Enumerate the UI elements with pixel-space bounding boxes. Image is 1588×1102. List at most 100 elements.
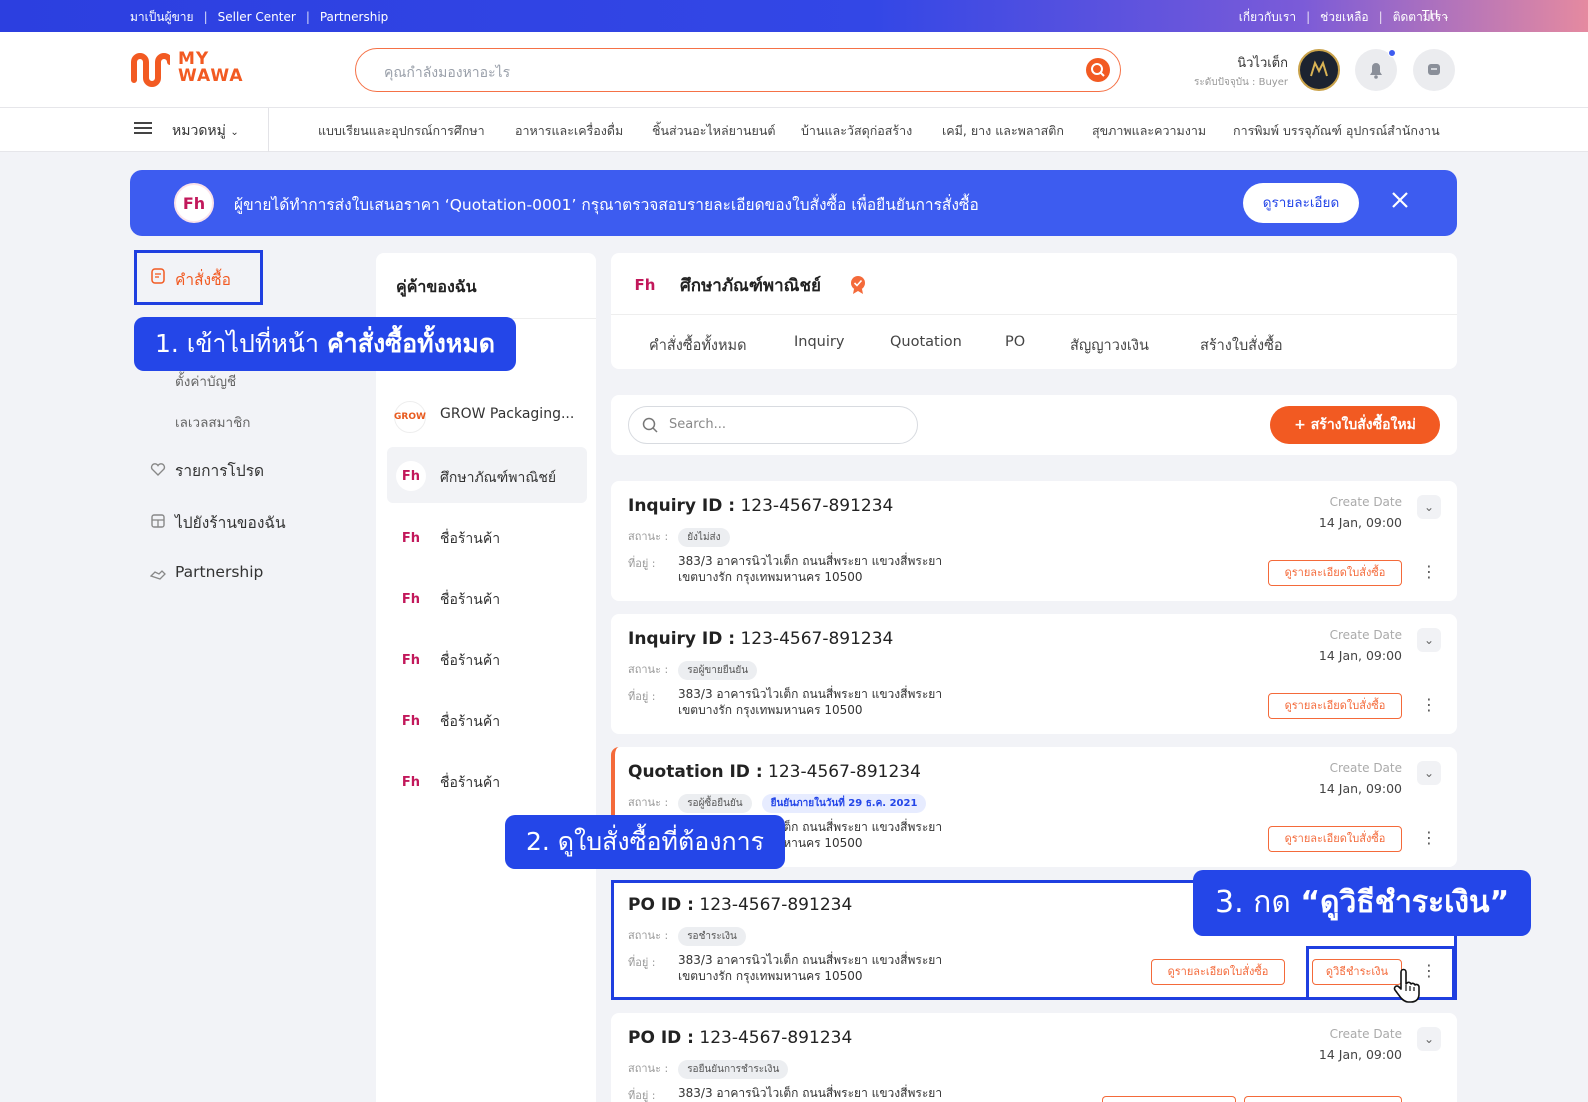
order-card: Inquiry ID : 123-4567-891234 สถานะ : รอผู… — [611, 614, 1457, 734]
category-label: หมวดหมู่ — [172, 123, 226, 139]
view-order-details-button[interactable]: ดูรายละเอียดใบสั่งซื้อ — [1268, 693, 1402, 719]
become-seller-link[interactable]: มาเป็นผู้ขาย — [130, 10, 194, 24]
language-selector[interactable]: TH ⌄ — [1422, 8, 1450, 22]
chevron-down-icon[interactable]: ⌄ — [1417, 1027, 1441, 1051]
user-info[interactable]: นิวไวเต็ก ระดับปัจจุบัน : Buyer — [1135, 52, 1288, 90]
mywawa-logo-icon[interactable] — [130, 50, 173, 90]
order-address: 383/3 อาคารนิวไวเต็ก ถนนสี่พระยา แขวงสี่… — [678, 554, 943, 584]
partner-item[interactable]: ศึกษาภัณฑ์พาณิชย์ — [440, 467, 556, 489]
sidebar-item-settings[interactable]: ตั้งค่าบัญชี — [175, 370, 236, 392]
address-label: ที่อยู่ : — [628, 557, 656, 570]
partner-item[interactable]: ชื่อร้านค้า — [440, 589, 500, 611]
seller-center-link[interactable]: Seller Center — [218, 10, 296, 24]
hamburger-menu-icon[interactable] — [134, 121, 152, 135]
more-options-icon[interactable]: ⋮ — [1421, 697, 1437, 713]
status-badge: รอผู้ขายยืนยัน — [678, 660, 758, 680]
logo-text-line2: WAWA — [178, 66, 244, 86]
new-order-button[interactable]: + สร้างใบสั่งซื้อใหม่ — [1270, 406, 1440, 444]
sidebar-item-orders[interactable]: คำสั่งซื้อ — [175, 267, 231, 292]
category-chemicals[interactable]: เคมี, ยาง และพลาสติก — [942, 121, 1064, 141]
step3-callout: 3. กด “ดูวิธีชำระเงิน” — [1193, 870, 1532, 936]
category-home[interactable]: บ้านและวัสดุก่อสร้าง — [801, 121, 912, 141]
partners-title: คู่ค้าของฉัน — [396, 277, 477, 296]
tab-create-order[interactable]: สร้างใบสั่งซื้อ — [1200, 334, 1283, 357]
partner-item[interactable]: ชื่อร้านค้า — [440, 528, 500, 550]
tab-po[interactable]: PO — [1005, 334, 1025, 350]
partner-item[interactable]: ชื่อร้านค้า — [440, 650, 500, 672]
shop-logo-icon: Fh — [396, 645, 426, 675]
more-options-icon[interactable]: ⋮ — [1421, 830, 1437, 846]
chevron-down-icon[interactable]: ⌄ — [1417, 761, 1441, 785]
status-badge: รอผู้ซื้อยืนยัน — [678, 793, 752, 813]
view-order-details-button[interactable] — [1102, 1096, 1236, 1102]
order-id: Inquiry ID : 123-4567-891234 — [628, 629, 894, 649]
partners-panel: คู่ค้าของฉัน — [376, 253, 596, 1102]
step1-callout: 1. เข้าไปที่หน้า คำสั่งซื้อทั้งหมด — [134, 317, 517, 371]
highlight-payment-button — [1306, 946, 1455, 1000]
status-badge: รอยืนยันการชำระเงิน — [678, 1059, 789, 1079]
orders-search-input[interactable]: Search... — [628, 406, 918, 444]
shop-name: ศึกษาภัณฑ์พาณิชย์ — [680, 276, 821, 296]
create-date-label: Create Date — [1329, 1027, 1402, 1041]
more-options-icon[interactable]: ⋮ — [1421, 564, 1437, 580]
order-card: Inquiry ID : 123-4567-891234 สถานะ : ยังไ… — [611, 481, 1457, 601]
partner-item[interactable]: ชื่อร้านค้า — [440, 711, 500, 733]
tab-inquiry[interactable]: Inquiry — [794, 334, 844, 350]
create-date-value: 14 Jan, 09:00 — [1318, 648, 1402, 663]
header-search-placeholder: คุณกำลังมองหาอะไร — [384, 65, 511, 81]
status-badge: ยังไม่ส่ง — [678, 527, 730, 547]
order-status: สถานะ : รอผู้ซื้อยืนยัน ยืนยันภายในวันที่ … — [628, 793, 927, 813]
category-health[interactable]: สุขภาพและความงาม — [1092, 121, 1206, 141]
header-search-bar[interactable]: คุณกำลังมองหาอะไร — [355, 48, 1121, 92]
view-order-details-button[interactable]: ดูรายละเอียดใบสั่งซื้อ — [1268, 560, 1402, 586]
banner-message: ผู้ขายได้ทำการส่งใบเสนอราคา ‘Quotation-0… — [234, 196, 979, 214]
order-id: Quotation ID : 123-4567-891234 — [628, 762, 921, 782]
avatar[interactable] — [1298, 49, 1340, 91]
close-icon[interactable] — [1388, 188, 1412, 212]
hand-cursor-icon — [1392, 968, 1422, 1008]
shop-logo-icon: Fh — [628, 268, 662, 302]
view-order-details-button[interactable]: ดูรายละเอียดใบสั่งซื้อ — [1268, 826, 1402, 852]
chevron-down-icon[interactable]: ⌄ — [1417, 628, 1441, 652]
order-address: 383/3 อาคารนิวไวเต็ก ถนนสี่พระยา แขวงสี่… — [678, 687, 943, 717]
notification-dot — [1388, 49, 1396, 57]
partnership-top-link[interactable]: Partnership — [320, 10, 388, 24]
chat-icon[interactable] — [1413, 49, 1455, 91]
category-dropdown[interactable]: หมวดหมู่ ⌄ — [172, 120, 239, 142]
help-link[interactable]: ช่วยเหลือ — [1320, 10, 1369, 24]
order-address: 383/3 อาคารนิวไวเต็ก ถนนสี่พระยา แขวงสี่… — [678, 1086, 943, 1100]
tab-all-orders[interactable]: คำสั่งซื้อทั้งหมด — [649, 334, 747, 357]
category-printing[interactable]: การพิมพ์ บรรจุภัณฑ์ อุปกรณ์สำนักงาน — [1233, 121, 1440, 141]
category-auto-parts[interactable]: ชิ้นส่วนอะไหล่ยานยนต์ — [652, 121, 776, 141]
tab-credit[interactable]: สัญญาวงเงิน — [1070, 334, 1149, 357]
bell-icon[interactable] — [1355, 49, 1397, 91]
chevron-down-icon: ⌄ — [1442, 12, 1450, 22]
create-date-value: 14 Jan, 09:00 — [1318, 781, 1402, 796]
sidebar-item-favorites[interactable]: รายการโปรด — [175, 458, 264, 483]
view-payment-method-button[interactable] — [1244, 1096, 1402, 1102]
sidebar-item-partnership[interactable]: Partnership — [175, 563, 263, 581]
shop-logo-icon: Fh — [396, 706, 426, 736]
handshake-icon — [149, 566, 166, 586]
shop-logo-icon: Fh — [396, 767, 426, 797]
order-status: สถานะ : รอยืนยันการชำระเงิน — [628, 1059, 789, 1079]
partner-item[interactable]: ชื่อร้านค้า — [440, 772, 500, 794]
store-icon — [150, 513, 166, 533]
divider — [611, 314, 1457, 315]
tab-quotation[interactable]: Quotation — [890, 334, 962, 350]
address-label: ที่อยู่ : — [628, 690, 656, 703]
create-date-label: Create Date — [1329, 628, 1402, 642]
category-education[interactable]: แบบเรียนและอุปกรณ์การศึกษา — [318, 121, 485, 141]
sidebar-item-my-store[interactable]: ไปยังร้านของฉัน — [175, 510, 286, 535]
chevron-down-icon: ⌄ — [230, 127, 239, 138]
order-id: PO ID : 123-4567-891234 — [628, 1028, 853, 1048]
sidebar-item-level[interactable]: เลเวลสมาชิก — [175, 411, 250, 433]
quotation-banner: Fh ผู้ขายได้ทำการส่งใบเสนอราคา ‘Quotatio… — [130, 170, 1457, 236]
logo-text: MY WAWA — [178, 51, 244, 85]
banner-details-button[interactable]: ดูรายละเอียด — [1243, 183, 1359, 223]
category-food[interactable]: อาหารและเครื่องดื่ม — [515, 121, 623, 141]
chevron-down-icon[interactable]: ⌄ — [1417, 495, 1441, 519]
partner-item[interactable]: GROW Packaging... — [440, 406, 574, 422]
about-link[interactable]: เกี่ยวกับเรา — [1239, 10, 1296, 24]
search-icon[interactable] — [1086, 58, 1110, 82]
